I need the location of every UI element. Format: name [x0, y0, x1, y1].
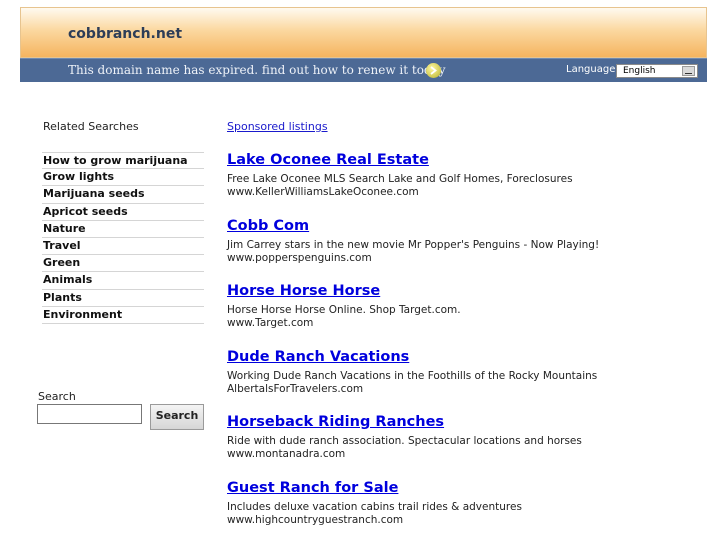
related-link-animals[interactable]: Animals	[42, 272, 204, 290]
listing-description: Horse Horse Horse Online. Shop Target.co…	[227, 304, 461, 316]
listing-title-link[interactable]: Cobb Com	[227, 218, 687, 234]
related-link-travel[interactable]: Travel	[42, 238, 204, 256]
language-selected-value: English	[623, 66, 656, 76]
listing-item: Horse Horse Horse Horse Horse Horse Onli…	[227, 283, 687, 329]
related-link-plants[interactable]: Plants	[42, 290, 204, 307]
search-input[interactable]	[37, 404, 142, 424]
language-label: Language:	[566, 64, 619, 75]
related-link-grow-lights[interactable]: Grow lights	[42, 169, 204, 187]
listing-item: Cobb Com Jim Carrey stars in the new mov…	[227, 218, 687, 264]
related-searches-title: Related Searches	[43, 120, 139, 133]
related-link-marijuana-seeds[interactable]: Marijuana seeds	[42, 186, 204, 204]
header-bar: cobbranch.net	[20, 7, 707, 58]
listing-item: Lake Oconee Real Estate Free Lake Oconee…	[227, 152, 687, 198]
related-link-nature[interactable]: Nature	[42, 221, 204, 238]
site-title: cobbranch.net	[68, 26, 183, 42]
listing-title-link[interactable]: Guest Ranch for Sale	[227, 480, 687, 496]
related-searches-list: How to grow marijuana Grow lights Mariju…	[42, 152, 204, 324]
listing-item: Dude Ranch Vacations Working Dude Ranch …	[227, 349, 687, 395]
listing-item: Guest Ranch for Sale Includes deluxe vac…	[227, 480, 687, 526]
listing-url[interactable]: AlbertalsForTravelers.com	[227, 383, 687, 395]
arrow-right-icon[interactable]	[426, 63, 441, 78]
expired-notice-bar: This domain name has expired. find out h…	[20, 58, 707, 82]
expired-message-link[interactable]: This domain name has expired. find out h…	[68, 63, 446, 77]
listing-title-link[interactable]: Horseback Riding Ranches	[227, 414, 687, 430]
related-link-green[interactable]: Green	[42, 255, 204, 273]
search-label: Search	[38, 390, 76, 403]
listing-title-link[interactable]: Horse Horse Horse	[227, 283, 687, 299]
listing-description: Ride with dude ranch association. Specta…	[227, 435, 582, 447]
listing-description: Free Lake Oconee MLS Search Lake and Gol…	[227, 173, 573, 185]
listing-url[interactable]: www.KellerWilliamsLakeOconee.com	[227, 186, 687, 198]
related-link-apricot-seeds[interactable]: Apricot seeds	[42, 204, 204, 221]
listing-title-link[interactable]: Lake Oconee Real Estate	[227, 152, 687, 168]
sponsored-listings-link[interactable]: Sponsored listings	[227, 120, 328, 133]
language-select[interactable]: English	[616, 64, 698, 78]
listing-item: Horseback Riding Ranches Ride with dude …	[227, 414, 687, 460]
listing-description: Working Dude Ranch Vacations in the Foot…	[227, 369, 598, 382]
listing-title-link[interactable]: Dude Ranch Vacations	[227, 349, 687, 365]
listing-url[interactable]: www.montanadra.com	[227, 448, 687, 460]
listing-description: Jim Carrey stars in the new movie Mr Pop…	[227, 238, 600, 251]
dropdown-icon[interactable]	[682, 66, 695, 76]
listing-url[interactable]: www.popperspenguins.com	[227, 252, 687, 264]
listing-description: Includes deluxe vacation cabins trail ri…	[227, 500, 522, 513]
related-link-how-to-grow-marijuana[interactable]: How to grow marijuana	[42, 152, 204, 170]
listing-url[interactable]: www.Target.com	[227, 317, 687, 329]
listing-url[interactable]: www.highcountryguestranch.com	[227, 514, 687, 526]
related-link-environment[interactable]: Environment	[42, 307, 204, 324]
search-button[interactable]: Search	[150, 404, 204, 430]
